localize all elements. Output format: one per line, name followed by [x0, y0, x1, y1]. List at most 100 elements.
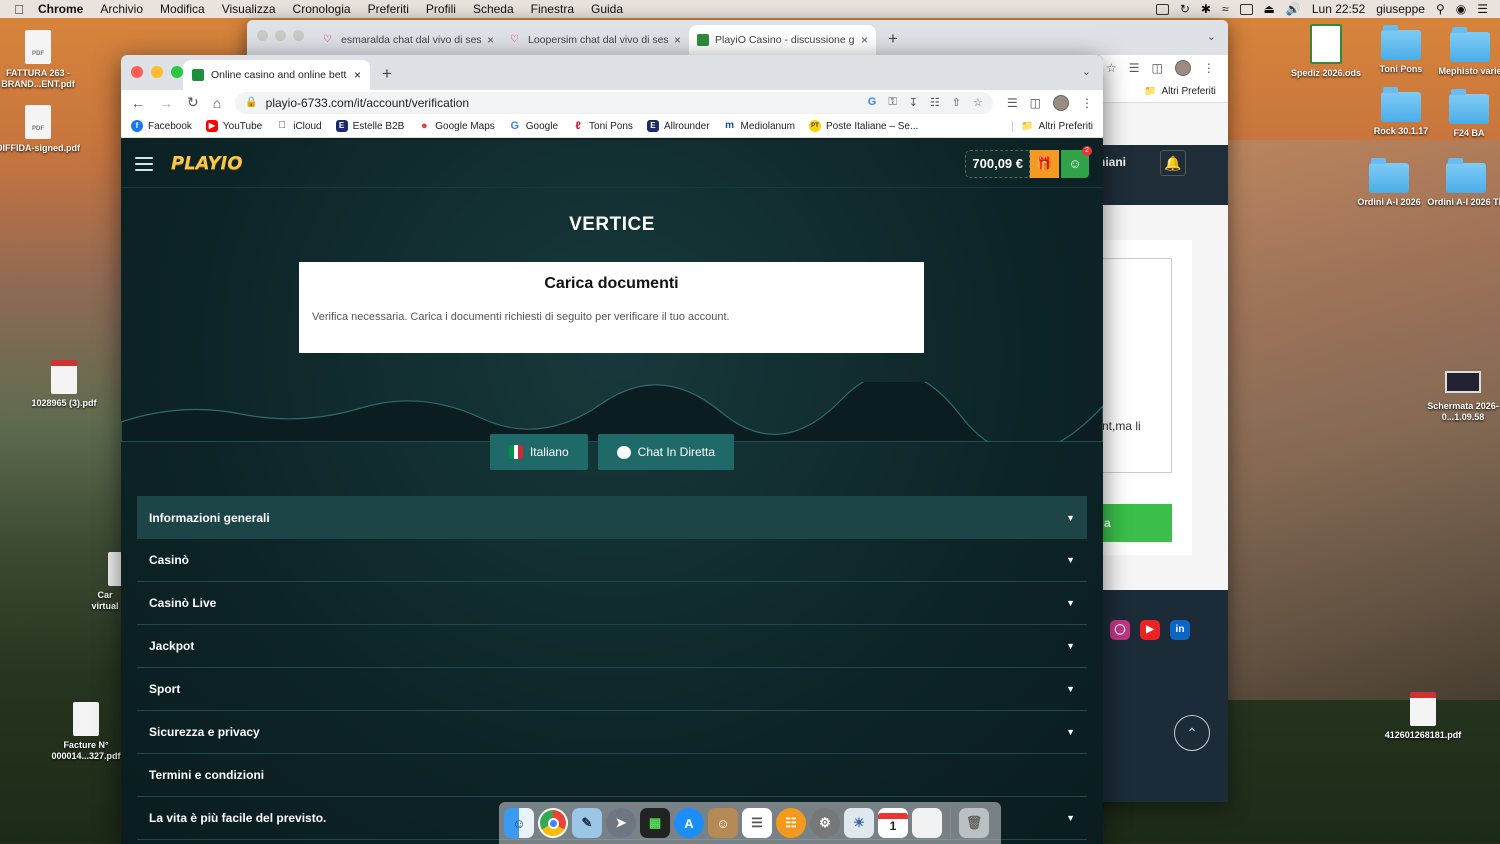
notification-center-icon[interactable]: ☰ [1477, 2, 1488, 16]
accordion-sicurezza[interactable]: Sicurezza e privacy ▼ [137, 711, 1087, 754]
eject-icon[interactable]: ⏏ [1264, 2, 1275, 16]
bookmark-google[interactable]: G Google [509, 120, 558, 132]
background-textarea[interactable]: nt,ma li [1102, 258, 1172, 473]
bookmark-facebook[interactable]: f Facebook [131, 120, 192, 132]
menu-preferiti[interactable]: Preferiti [368, 2, 409, 16]
screen-icon[interactable] [1155, 3, 1169, 15]
scroll-top-icon[interactable]: ⌃ [1174, 715, 1210, 751]
tab-search-icon[interactable]: ⌄ [1207, 30, 1216, 43]
bookmark-toni-pons[interactable]: ℓ Toni Pons [572, 120, 633, 132]
tab-search-icon[interactable]: ⌄ [1082, 65, 1091, 78]
trash-icon[interactable]: 🗑 [959, 808, 989, 838]
desktop-file[interactable]: Schermata 2026-0...1.09.58 [1421, 371, 1500, 423]
accordion-jackpot[interactable]: Jackpot ▼ [137, 625, 1087, 668]
address-bar[interactable]: 🔒 playio-6733.com/it/account/verificatio… [235, 91, 993, 114]
desktop-folder[interactable]: Ordini A-I 2026 [1347, 158, 1431, 208]
other-bookmarks[interactable]: Altri Preferiti [1161, 86, 1215, 97]
install-app-icon[interactable]: ↧ [909, 96, 918, 109]
bookmark-poste-italiane[interactable]: PT Poste Italiane – Se... [809, 120, 918, 132]
activity-monitor-icon[interactable]: ▦ [640, 808, 670, 838]
airplay-icon[interactable] [1239, 3, 1253, 15]
accordion-casino-live[interactable]: Casinò Live ▼ [137, 582, 1087, 625]
apple-menu-icon[interactable]:  [0, 2, 38, 17]
bookmark-google-maps[interactable]: ● Google Maps [418, 120, 495, 132]
books-icon[interactable]: ☷ [776, 808, 806, 838]
spotlight-search-icon[interactable]: ⚲ [1436, 2, 1445, 16]
reading-list-icon[interactable]: ☰ [1129, 61, 1140, 75]
accordion-casino[interactable]: Casinò ▼ [137, 539, 1087, 582]
desktop-folder[interactable]: Ordini A-I 2026 TP [1424, 158, 1500, 208]
finder-icon[interactable]: ☺ [504, 808, 534, 838]
background-tab[interactable]: ♡ esmaralda chat dal vivo di ses × [315, 25, 502, 55]
bookmark-allrounder[interactable]: E Allrounder [646, 120, 710, 132]
launchpad-icon[interactable]: ➤ [606, 808, 636, 838]
menu-profili[interactable]: Profili [426, 2, 456, 16]
language-button[interactable]: Italiano [489, 434, 588, 470]
browser-window[interactable]: Online casino and online bettin × + ⌄ ← … [121, 55, 1103, 844]
instagram-icon[interactable]: ◯ [1110, 620, 1130, 640]
google-lens-icon[interactable]: G [868, 96, 877, 109]
menu-guida[interactable]: Guida [591, 2, 623, 16]
forward-icon[interactable]: → [159, 95, 173, 111]
link-termini-condizioni[interactable]: Termini e condizioni [137, 754, 1087, 797]
accordion-sport[interactable]: Sport ▼ [137, 668, 1087, 711]
chrome-icon[interactable] [538, 808, 568, 838]
live-chat-button[interactable]: Chat In Diretta [597, 434, 735, 470]
reload-icon[interactable]: ↻ [187, 94, 199, 111]
bluetooth-icon[interactable]: ✱ [1201, 2, 1211, 16]
close-tab-icon[interactable]: × [674, 33, 681, 47]
password-key-icon[interactable]: ⚿ [888, 96, 896, 109]
star-icon[interactable]: ☆ [1106, 61, 1117, 75]
app-store-icon[interactable]: A [674, 808, 704, 838]
profile-avatar[interactable] [1053, 94, 1069, 111]
back-icon[interactable]: ← [131, 95, 145, 111]
menu-modifica[interactable]: Modifica [160, 2, 205, 16]
playio-logo[interactable]: PLAYIO [171, 153, 243, 174]
side-panel-icon[interactable]: ◫ [1152, 61, 1163, 75]
home-icon[interactable]: ⌂ [213, 95, 221, 111]
translate-icon[interactable]: ☷ [930, 96, 940, 109]
time-machine-icon[interactable]: ↻ [1180, 2, 1190, 16]
menu-icon[interactable]: ⋮ [1203, 61, 1215, 75]
desktop-file[interactable]: Facture N° 000014...327.pdf [44, 702, 128, 762]
menu-scheda[interactable]: Scheda [473, 2, 514, 16]
desktop-file[interactable]: Spediz 2026.ods [1284, 24, 1368, 79]
desktop-folder[interactable]: Mephisto varie [1428, 27, 1500, 77]
share-icon[interactable]: ⇧ [952, 96, 961, 109]
volume-icon[interactable]: 🔊 [1286, 2, 1301, 16]
close-window-button[interactable] [131, 66, 143, 78]
bookmark-estelle[interactable]: E Estelle B2B [335, 120, 404, 132]
close-tab-icon[interactable]: × [861, 33, 868, 47]
bookmark-mediolanum[interactable]: m Mediolanum [724, 120, 795, 132]
blank-doc-icon[interactable] [912, 808, 942, 838]
bell-icon[interactable]: 🔔 [1160, 150, 1186, 176]
desktop-file[interactable]: 412601268181.pdf [1381, 692, 1465, 741]
account-icon[interactable]: ☺ 2 [1061, 145, 1092, 178]
youtube-icon[interactable]: ▶ [1140, 620, 1160, 640]
background-submit-button[interactable]: a [1102, 504, 1172, 542]
siri-icon[interactable]: ◉ [1456, 2, 1466, 16]
bookmark-youtube[interactable]: ▶ YouTube [205, 120, 262, 132]
contacts-icon[interactable]: ☺ [708, 808, 738, 838]
lock-icon[interactable]: 🔒 [245, 97, 257, 108]
photos-icon[interactable]: ☀ [844, 808, 874, 838]
desktop-file[interactable]: PDF FATTURA 263 - BRAND...ENT.pdf [0, 30, 80, 90]
menu-app-name[interactable]: Chrome [38, 2, 83, 16]
minimize-window-button[interactable] [151, 66, 163, 78]
accordion-informazioni-generali[interactable]: Informazioni generali ▼ [137, 496, 1087, 539]
hamburger-menu-icon[interactable] [135, 156, 153, 171]
calendar-icon[interactable]: 1 [878, 808, 908, 838]
wifi-icon[interactable]: ≈ [1222, 2, 1229, 16]
desktop-file[interactable]: Car virtual [70, 552, 122, 612]
chrome-menu-icon[interactable]: ⋮ [1081, 96, 1093, 110]
new-tab-icon[interactable]: + [382, 64, 392, 84]
desktop-folder[interactable]: F24 BA [1427, 89, 1500, 139]
new-tab-icon[interactable]: + [888, 29, 898, 49]
preview-icon[interactable]: ✎ [572, 808, 602, 838]
close-tab-icon[interactable]: × [487, 33, 494, 47]
background-tab-active[interactable]: PlayiO Casino - discussione ge × [689, 25, 876, 55]
zoom-window-button[interactable] [171, 66, 183, 78]
url-text[interactable]: playio-6733.com/it/account/verification [266, 96, 469, 110]
menubar-clock[interactable]: Lun 22:52 [1312, 2, 1365, 16]
background-tab[interactable]: ♡ Loopersim chat dal vivo di ses × [502, 25, 689, 55]
